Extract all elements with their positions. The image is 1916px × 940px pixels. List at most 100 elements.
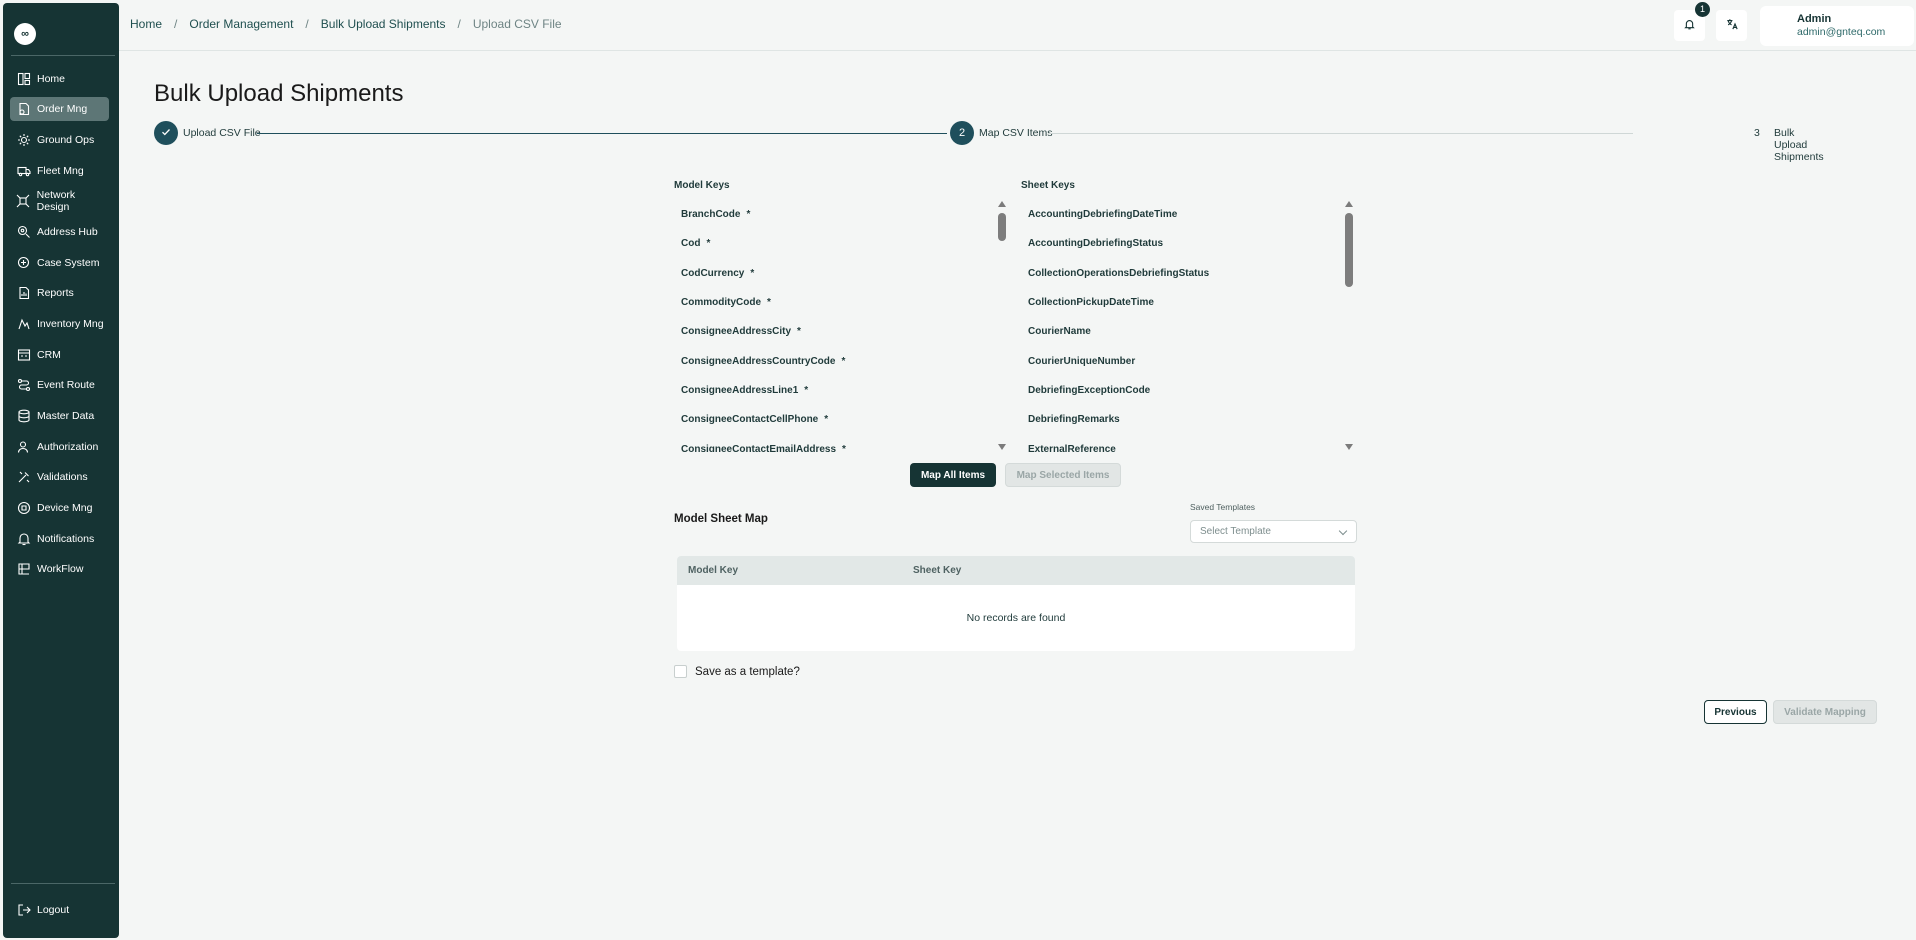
validate-mapping-button[interactable]: Validate Mapping [1773,700,1877,724]
map-selected-items-button[interactable]: Map Selected Items [1005,463,1121,487]
sidebar-item-label: Ground Ops [37,134,95,146]
step-1-label: Upload CSV File [183,127,261,139]
sidebar-item-label: Order Mng [37,103,88,115]
sheet-keys-scrollbar[interactable] [1344,200,1354,452]
inventory-icon [16,317,31,331]
language-button[interactable] [1716,10,1747,41]
model-keys-list[interactable]: BranchCode * Cod * CodCurrency * CommodityC… [674,200,994,452]
sidebar-item-label: Device Mng [37,502,93,514]
sidebar-item-label: Inventory Mng [37,318,104,330]
sidebar-item-workflow[interactable]: WorkFlow [10,557,109,581]
previous-button[interactable]: Previous [1704,700,1767,724]
scroll-down-arrow[interactable] [998,444,1006,450]
model-keys-title: Model Keys [674,180,730,191]
scroll-up-arrow[interactable] [1345,201,1353,207]
column-model-key: Model Key [688,565,739,576]
user-name: Admin [1797,13,1832,25]
scroll-up-arrow[interactable] [998,201,1006,207]
breadcrumb-order-management[interactable]: Order Management [189,17,293,31]
user-email: admin@gnteq.com [1797,26,1886,38]
sidebar-item-label: Address Hub [37,226,98,238]
model-key-item[interactable]: BranchCode * [674,200,994,229]
workflow-icon [16,562,31,576]
model-keys-scrollbar[interactable] [997,200,1007,452]
sheet-key-item[interactable]: AccountingDebriefingStatus [1021,229,1339,258]
sidebar-item-label: Case System [37,257,100,269]
sidebar-item-home[interactable]: Home [10,67,109,91]
sheet-key-item[interactable]: ExternalReference [1021,434,1339,452]
model-key-item[interactable]: ConsigneeContactCellPhone * [674,405,994,434]
sidebar-item-reports[interactable]: Reports [10,281,109,305]
sidebar-item-label: Validations [37,471,88,483]
sheet-key-item[interactable]: CollectionOperationsDebriefingStatus [1021,259,1339,288]
sidebar-item-validations[interactable]: Validations [10,465,109,489]
sidebar-item-event-route[interactable]: Event Route [10,373,109,397]
template-select[interactable]: Select Template [1190,520,1357,543]
sheet-key-item[interactable]: CollectionPickupDateTime [1021,288,1339,317]
sheet-key-item[interactable]: DebriefingExceptionCode [1021,376,1339,405]
model-key-item[interactable]: ConsigneeContactEmailAddress * [674,434,994,452]
sidebar-item-ground-ops[interactable]: Ground Ops [10,128,109,152]
sidebar-item-inventory-mng[interactable]: Inventory Mng [10,312,109,336]
address-icon [16,225,31,239]
app-logo[interactable]: ∞ [14,23,36,45]
breadcrumb-home[interactable]: Home [130,17,162,31]
sidebar-item-authorization[interactable]: Authorization [10,435,109,459]
sheet-key-item[interactable]: AccountingDebriefingDateTime [1021,200,1339,229]
user-icon [16,440,31,454]
ground-ops-icon [16,133,31,147]
logout-button[interactable]: Logout [10,898,109,922]
notifications-button[interactable]: 1 [1674,2,1710,41]
breadcrumb-bulk-upload[interactable]: Bulk Upload Shipments [321,17,446,31]
scroll-down-arrow[interactable] [1345,444,1353,450]
sidebar-item-label: CRM [37,349,61,361]
scroll-thumb[interactable] [1345,213,1353,287]
logout-label: Logout [37,904,70,916]
model-key-item[interactable]: ConsigneeAddressLine1 * [674,376,994,405]
saved-templates-label: Saved Templates [1190,502,1256,512]
step-3-number: 3 [1754,127,1760,139]
step-3-label: Bulk Upload Shipments [1774,127,1824,163]
sidebar-item-device-mng[interactable]: Device Mng [10,496,109,520]
map-all-items-button[interactable]: Map All Items [910,463,996,487]
save-template-checkbox[interactable] [674,665,687,678]
column-sheet-key: Sheet Key [913,565,962,576]
sidebar-item-label: Fleet Mng [37,165,84,177]
sidebar-item-order-mng[interactable]: Order Mng [10,97,109,121]
truck-icon [16,164,31,178]
breadcrumb: Home / Order Management / Bulk Upload Sh… [130,17,562,31]
case-icon [16,256,31,270]
model-key-item[interactable]: ConsigneeAddressCountryCode * [674,346,994,375]
template-select-placeholder: Select Template [1200,526,1271,537]
chevron-down-icon [1338,526,1348,536]
sheet-keys-list[interactable]: AccountingDebriefingDateTime AccountingD… [1021,200,1339,452]
breadcrumb-separator: / [305,17,309,31]
sidebar-item-label: WorkFlow [37,563,84,575]
step-2-label: Map CSV Items [979,127,1053,139]
model-key-item[interactable]: CodCurrency * [674,259,994,288]
top-bar: Home / Order Management / Bulk Upload Sh… [119,0,1916,51]
sidebar-item-case-system[interactable]: Case System [10,251,109,275]
scroll-thumb[interactable] [998,213,1006,241]
sheet-key-item[interactable]: CourierName [1021,317,1339,346]
sheet-key-item[interactable]: DebriefingRemarks [1021,405,1339,434]
user-menu[interactable]: Admin admin@gnteq.com [1760,6,1914,46]
save-template-checkbox-row[interactable]: Save as a template? [674,665,800,678]
save-template-label: Save as a template? [695,665,800,678]
sidebar-item-address-hub[interactable]: Address Hub [10,220,109,244]
sidebar-item-network-design[interactable]: Network Design [10,189,109,213]
sidebar-item-fleet-mng[interactable]: Fleet Mng [10,159,109,183]
route-icon [16,378,31,392]
model-key-item[interactable]: Cod * [674,229,994,258]
sidebar-divider [11,55,115,56]
sidebar-item-crm[interactable]: CRM [10,343,109,367]
breadcrumb-separator: / [174,17,178,31]
table-header: Model Key Sheet Key [677,556,1355,585]
notification-badge: 1 [1695,2,1710,17]
sheet-key-item[interactable]: CourierUniqueNumber [1021,346,1339,375]
model-key-item[interactable]: ConsigneeAddressCity * [674,317,994,346]
sidebar-item-master-data[interactable]: Master Data [10,404,109,428]
sidebar-item-notifications[interactable]: Notifications [10,527,109,551]
tools-icon [16,470,31,484]
model-key-item[interactable]: CommodityCode * [674,288,994,317]
